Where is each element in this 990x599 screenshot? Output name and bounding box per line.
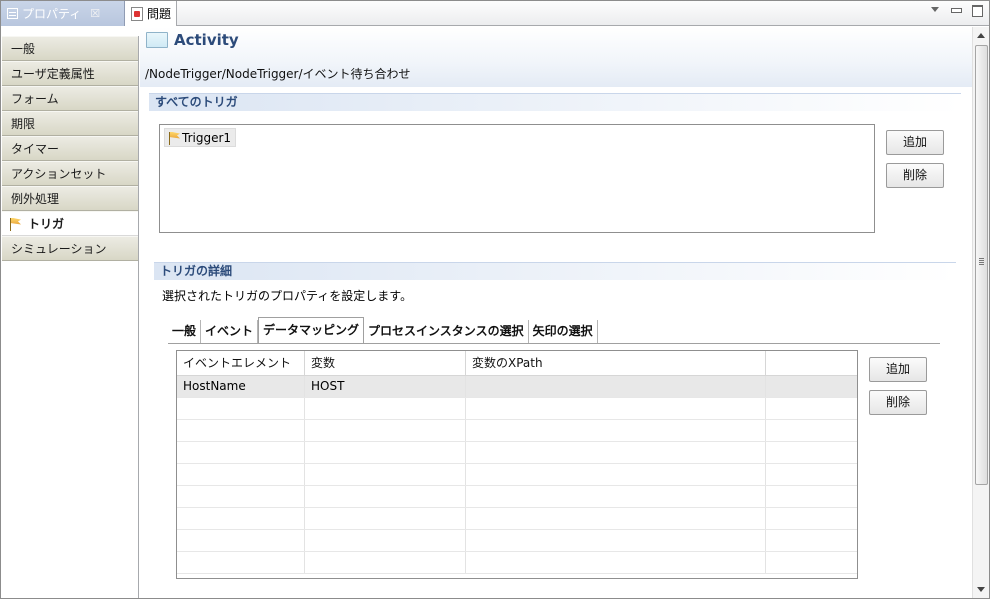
tab-event[interactable]: イベント bbox=[201, 320, 259, 344]
tab-general[interactable]: 一般 bbox=[168, 320, 202, 344]
maximize-icon[interactable] bbox=[971, 4, 983, 17]
tab-process-instance[interactable]: プロセスインスタンスの選択 bbox=[364, 320, 529, 344]
sidebar-item-label: 期限 bbox=[11, 117, 36, 131]
tab-divider bbox=[168, 343, 940, 344]
activity-icon bbox=[146, 32, 168, 48]
delete-trigger-button[interactable]: 削除 bbox=[886, 163, 944, 188]
sidebar-item-label: アクションセット bbox=[11, 167, 107, 181]
sidebar-item-label: ユーザ定義属性 bbox=[11, 67, 95, 81]
trigger-list[interactable]: Trigger1 bbox=[159, 124, 875, 233]
problems-icon bbox=[131, 6, 143, 21]
column-header[interactable] bbox=[766, 351, 857, 375]
column-header[interactable]: 変数 bbox=[305, 351, 466, 375]
tab-data-mapping[interactable]: データマッピング bbox=[258, 317, 365, 344]
sidebar-item-action-set[interactable]: アクションセット bbox=[2, 161, 138, 186]
scroll-up-icon[interactable] bbox=[973, 27, 990, 44]
table-row-empty bbox=[177, 530, 857, 552]
list-item[interactable]: Trigger1 bbox=[164, 128, 237, 147]
flag-icon bbox=[8, 217, 22, 231]
sidebar-item-general[interactable]: 一般 bbox=[2, 36, 138, 61]
element-path: /NodeTrigger/NodeTrigger/イベント待ち合わせ bbox=[145, 67, 411, 81]
mapping-table[interactable]: イベントエレメント 変数 変数のXPath HostName HOST bbox=[176, 350, 858, 579]
window-controls bbox=[929, 4, 983, 17]
minimize-icon[interactable] bbox=[950, 4, 962, 16]
table-row-empty bbox=[177, 420, 857, 442]
vertical-scrollbar[interactable] bbox=[972, 27, 989, 598]
tab-properties-label: プロパティ bbox=[22, 7, 82, 21]
add-mapping-button[interactable]: 追加 bbox=[869, 357, 927, 382]
table-row-empty bbox=[177, 464, 857, 486]
section-description: 選択されたトリガのプロパティを設定します。 bbox=[162, 289, 413, 303]
sidebar-item-simulation[interactable]: シミュレーション bbox=[2, 236, 138, 261]
table-row-empty bbox=[177, 508, 857, 530]
delete-mapping-button[interactable]: 削除 bbox=[869, 390, 927, 415]
table-cell[interactable]: HostName bbox=[177, 376, 305, 397]
page-title: Activity bbox=[174, 31, 239, 49]
detail-tabs: 一般 イベント データマッピング プロセスインスタンスの選択 矢印の選択 bbox=[168, 317, 598, 344]
tab-arrow-select[interactable]: 矢印の選択 bbox=[529, 320, 598, 344]
sidebar-item-label: シミュレーション bbox=[11, 242, 107, 256]
flag-icon bbox=[167, 131, 181, 145]
trigger-label: Trigger1 bbox=[182, 130, 232, 145]
add-trigger-button[interactable]: 追加 bbox=[886, 130, 944, 155]
scrollbar-thumb[interactable] bbox=[975, 45, 988, 485]
title-header: Activity /NodeTrigger/NodeTrigger/イベント待ち… bbox=[140, 27, 972, 87]
view-menu-icon[interactable] bbox=[929, 4, 941, 16]
sidebar-item-trigger[interactable]: トリガ bbox=[2, 211, 138, 236]
scroll-down-icon[interactable] bbox=[973, 581, 990, 598]
table-cell[interactable] bbox=[466, 376, 766, 397]
sidebar-item-form[interactable]: フォーム bbox=[2, 86, 138, 111]
properties-view: プロパティ ☒ 問題 一般 ユーザ定義属性 フォーム 期限 タイマー アクション… bbox=[0, 0, 990, 599]
properties-icon bbox=[7, 8, 18, 19]
table-cell[interactable]: HOST bbox=[305, 376, 466, 397]
tab-problems-label: 問題 bbox=[147, 7, 172, 21]
table-row[interactable]: HostName HOST bbox=[177, 376, 857, 398]
table-row-empty bbox=[177, 398, 857, 420]
sidebar-item-label: フォーム bbox=[11, 92, 59, 106]
table-header: イベントエレメント 変数 変数のXPath bbox=[177, 351, 857, 376]
table-cell bbox=[766, 376, 857, 397]
sidebar-item-label: 例外処理 bbox=[11, 192, 60, 206]
table-row-empty bbox=[177, 552, 857, 574]
sidebar-item-timer[interactable]: タイマー bbox=[2, 136, 138, 161]
category-list: 一般 ユーザ定義属性 フォーム 期限 タイマー アクションセット 例外処理 トリ… bbox=[2, 36, 139, 598]
table-row-empty bbox=[177, 486, 857, 508]
sidebar-item-label: タイマー bbox=[11, 142, 60, 156]
details-panel: Activity /NodeTrigger/NodeTrigger/イベント待ち… bbox=[140, 27, 972, 598]
column-header[interactable]: 変数のXPath bbox=[466, 351, 766, 375]
section-all-triggers[interactable]: すべてのトリガ bbox=[149, 93, 961, 111]
table-row-empty bbox=[177, 442, 857, 464]
sidebar-item-label: 一般 bbox=[11, 42, 36, 56]
tab-problems[interactable]: 問題 bbox=[125, 1, 177, 26]
sidebar-item-label: トリガ bbox=[28, 216, 65, 231]
sidebar-item-user-attributes[interactable]: ユーザ定義属性 bbox=[2, 61, 138, 86]
tab-properties[interactable]: プロパティ ☒ bbox=[1, 1, 125, 26]
sidebar-item-deadline[interactable]: 期限 bbox=[2, 111, 138, 136]
sidebar-item-exception[interactable]: 例外処理 bbox=[2, 186, 138, 211]
close-icon[interactable]: ☒ bbox=[90, 7, 100, 20]
section-trigger-details[interactable]: トリガの詳細 bbox=[154, 262, 956, 280]
view-tab-strip: プロパティ ☒ 問題 bbox=[1, 1, 989, 26]
column-header[interactable]: イベントエレメント bbox=[177, 351, 305, 375]
